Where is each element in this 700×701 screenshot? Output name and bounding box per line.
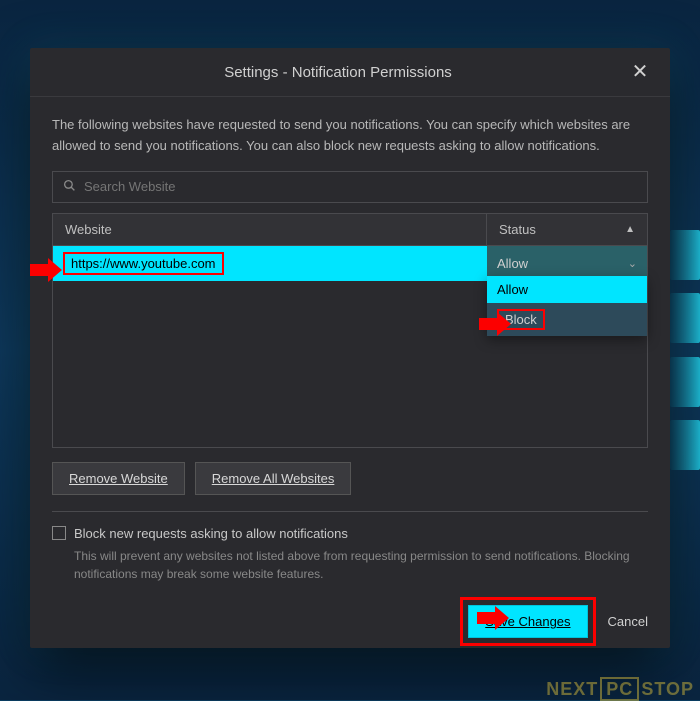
search-input[interactable] (84, 179, 637, 194)
table-body: https://www.youtube.com Allow ⌄ Allow Bl… (53, 246, 647, 447)
modal-header: Settings - Notification Permissions ✕ (30, 48, 670, 97)
remove-website-button[interactable]: Remove Website (52, 462, 185, 495)
footer-buttons: Save Changes Cancel (52, 597, 648, 646)
permissions-table: Website Status ▲ https://www.youtube.com… (52, 213, 648, 448)
block-requests-checkbox[interactable] (52, 526, 66, 540)
website-cell[interactable]: https://www.youtube.com (53, 246, 487, 281)
website-url: https://www.youtube.com (63, 252, 224, 275)
status-value: Allow (497, 256, 528, 271)
remove-all-button[interactable]: Remove All Websites (195, 462, 352, 495)
checkbox-label: Block new requests asking to allow notif… (74, 526, 348, 541)
block-requests-row: Block new requests asking to allow notif… (52, 526, 648, 541)
watermark: NEXTPCSTOP (546, 679, 694, 700)
table-header: Website Status ▲ (53, 214, 647, 246)
column-website[interactable]: Website (53, 214, 487, 245)
column-status[interactable]: Status ▲ (487, 214, 647, 245)
dropdown-option-block[interactable]: Block (487, 303, 647, 336)
remove-buttons-row: Remove Website Remove All Websites (52, 462, 648, 495)
status-header-label: Status (499, 222, 536, 237)
search-box[interactable] (52, 171, 648, 203)
cancel-button[interactable]: Cancel (608, 614, 648, 629)
checkbox-help-text: This will prevent any websites not liste… (74, 547, 648, 583)
dropdown-option-allow[interactable]: Allow (487, 276, 647, 303)
modal-body: The following websites have requested to… (30, 97, 670, 664)
search-icon (63, 179, 76, 195)
divider (52, 511, 648, 512)
chevron-down-icon: ⌄ (628, 257, 637, 270)
modal-title: Settings - Notification Permissions (48, 64, 628, 81)
sort-arrow-icon: ▲ (625, 224, 635, 235)
settings-modal: Settings - Notification Permissions ✕ Th… (30, 48, 670, 648)
description-text: The following websites have requested to… (52, 115, 648, 157)
close-icon[interactable]: ✕ (628, 62, 652, 82)
background-light-bars (670, 230, 700, 470)
status-dropdown: Allow Block (487, 276, 647, 336)
